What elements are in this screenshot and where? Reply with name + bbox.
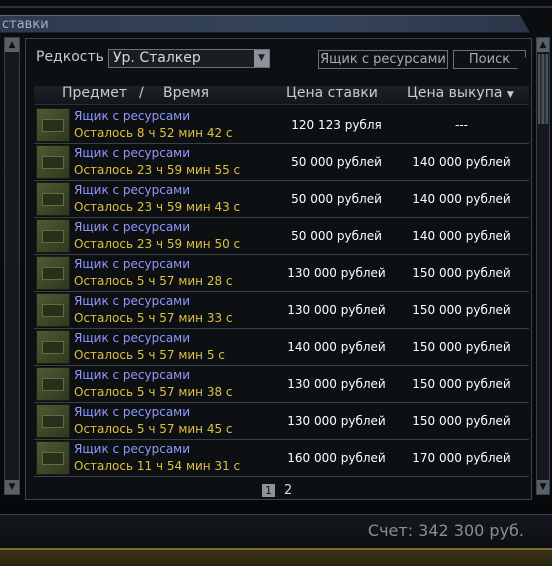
page-next[interactable]: 2: [284, 483, 292, 498]
resource-box-icon: [36, 108, 70, 142]
resource-box-icon: [36, 256, 70, 290]
table-row[interactable]: Ящик с ресурсами Осталось 8 ч 52 мин 42 с…: [34, 107, 529, 144]
buyout-price: ---: [455, 118, 468, 132]
scroll-up-icon[interactable]: ▲: [537, 38, 549, 52]
table-row[interactable]: Ящик с ресурсами Осталось 11 ч 54 мин 31 …: [34, 440, 529, 477]
title-bar: ставки: [0, 15, 530, 33]
bid-price: 120 123 рубля: [291, 118, 382, 132]
table-row[interactable]: Ящик с ресурсами Осталось 23 ч 59 мин 43 …: [34, 181, 529, 218]
bid-price: 130 000 рублей: [287, 414, 386, 428]
resource-box-icon: [36, 145, 70, 179]
auction-panel: Редкость Ур. Сталкер ▼ Ящик с ресурсами …: [25, 38, 532, 500]
footer-bar: Счет: 342 300 руб.: [0, 514, 552, 548]
lot-list: Ящик с ресурсами Осталось 8 ч 52 мин 42 с…: [34, 107, 529, 477]
item-name: Ящик с ресурсами: [74, 146, 191, 160]
dropdown-arrow-icon[interactable]: ▼: [254, 50, 269, 67]
item-name: Ящик с ресурсами: [74, 257, 191, 271]
resource-box-icon: [36, 441, 70, 475]
resource-box-icon: [36, 404, 70, 438]
bid-price: 50 000 рублей: [291, 229, 382, 243]
buyout-price: 150 000 рублей: [412, 303, 511, 317]
item-name: Ящик с ресурсами: [74, 220, 191, 234]
time-left: Осталось 23 ч 59 мин 43 с: [74, 200, 241, 214]
item-name: Ящик с ресурсами: [74, 442, 191, 456]
table-row[interactable]: Ящик с ресурсами Осталось 23 ч 59 мин 55 …: [34, 144, 529, 181]
buyout-price: 150 000 рублей: [412, 266, 511, 280]
header-separator: /: [139, 85, 144, 101]
header-item[interactable]: Предмет: [62, 85, 127, 105]
rarity-label: Редкость: [36, 49, 104, 65]
buyout-price: 140 000 рублей: [412, 229, 511, 243]
bottom-frame: [0, 548, 552, 566]
scroll-up-icon[interactable]: ▲: [5, 38, 19, 52]
scroll-thumb[interactable]: [538, 54, 548, 124]
buyout-price: 150 000 рублей: [412, 340, 511, 354]
right-scrollbar[interactable]: ▲ ▼: [536, 37, 550, 495]
time-left: Осталось 5 ч 57 мин 45 с: [74, 422, 233, 436]
resource-box-icon: [36, 367, 70, 401]
time-left: Осталось 5 ч 57 мин 38 с: [74, 385, 233, 399]
auction-window: ставки ▲ ▼ ▲ ▼ Редкость Ур. Сталкер ▼ Ящ…: [0, 0, 552, 566]
time-left: Осталось 5 ч 57 мин 28 с: [74, 274, 233, 288]
scroll-down-icon[interactable]: ▼: [537, 480, 549, 494]
bid-price: 50 000 рублей: [291, 192, 382, 206]
item-name: Ящик с ресурсами: [74, 368, 191, 382]
table-row[interactable]: Ящик с ресурсами Осталось 5 ч 57 мин 28 с…: [34, 255, 529, 292]
page-current[interactable]: 1: [262, 484, 275, 497]
time-left: Осталось 5 ч 57 мин 33 с: [74, 311, 233, 325]
table-row[interactable]: Ящик с ресурсами Осталось 5 ч 57 мин 45 с…: [34, 403, 529, 440]
bid-price: 50 000 рублей: [291, 155, 382, 169]
buyout-price: 140 000 рублей: [412, 155, 511, 169]
buyout-price: 150 000 рублей: [412, 414, 511, 428]
table-row[interactable]: Ящик с ресурсами Осталось 5 ч 57 мин 38 с…: [34, 366, 529, 403]
table-row[interactable]: Ящик с ресурсами Осталось 23 ч 59 мин 50 …: [34, 218, 529, 255]
window-title: ставки: [2, 17, 49, 32]
time-left: Осталось 23 ч 59 мин 50 с: [74, 237, 241, 251]
table-row[interactable]: Ящик с ресурсами Осталось 5 ч 57 мин 5 с 1…: [34, 329, 529, 366]
search-button[interactable]: Поиск: [453, 50, 526, 69]
account-balance: Счет: 342 300 руб.: [367, 521, 524, 540]
item-name: Ящик с ресурсами: [74, 405, 191, 419]
item-name: Ящик с ресурсами: [74, 331, 191, 345]
bid-price: 130 000 рублей: [287, 377, 386, 391]
box-filter-button[interactable]: Ящик с ресурсами: [318, 50, 448, 69]
table-row[interactable]: Ящик с ресурсами Осталось 5 ч 57 мин 33 с…: [34, 292, 529, 329]
left-scrollbar[interactable]: ▲ ▼: [4, 37, 20, 495]
top-border: [0, 6, 552, 8]
time-left: Осталось 23 ч 59 мин 55 с: [74, 163, 241, 177]
buyout-price: 140 000 рублей: [412, 192, 511, 206]
resource-box-icon: [36, 219, 70, 253]
bid-price: 160 000 рублей: [287, 451, 386, 465]
header-buyout-label: Цена выкупа: [407, 85, 503, 101]
buyout-price: 150 000 рублей: [412, 377, 511, 391]
pagination: 12: [262, 483, 292, 498]
resource-box-icon: [36, 293, 70, 327]
time-left: Осталось 11 ч 54 мин 31 с: [74, 459, 241, 473]
time-left: Осталось 5 ч 57 мин 5 с: [74, 348, 225, 362]
header-time[interactable]: Время: [163, 85, 209, 105]
buyout-price: 170 000 рублей: [412, 451, 511, 465]
resource-box-icon: [36, 330, 70, 364]
bid-price: 130 000 рублей: [287, 266, 386, 280]
resource-box-icon: [36, 182, 70, 216]
item-name: Ящик с ресурсами: [74, 109, 191, 123]
bid-price: 130 000 рублей: [287, 303, 386, 317]
rarity-value: Ур. Сталкер: [113, 50, 201, 66]
header-buyout[interactable]: Цена выкупа ▼: [407, 85, 514, 105]
time-left: Осталось 8 ч 52 мин 42 с: [74, 126, 233, 140]
sort-down-icon[interactable]: ▼: [507, 90, 514, 100]
header-bid[interactable]: Цена ставки: [286, 85, 378, 105]
item-name: Ящик с ресурсами: [74, 183, 191, 197]
item-name: Ящик с ресурсами: [74, 294, 191, 308]
rarity-select[interactable]: Ур. Сталкер ▼: [108, 49, 270, 68]
bid-price: 140 000 рублей: [287, 340, 386, 354]
scroll-down-icon[interactable]: ▼: [5, 480, 19, 494]
